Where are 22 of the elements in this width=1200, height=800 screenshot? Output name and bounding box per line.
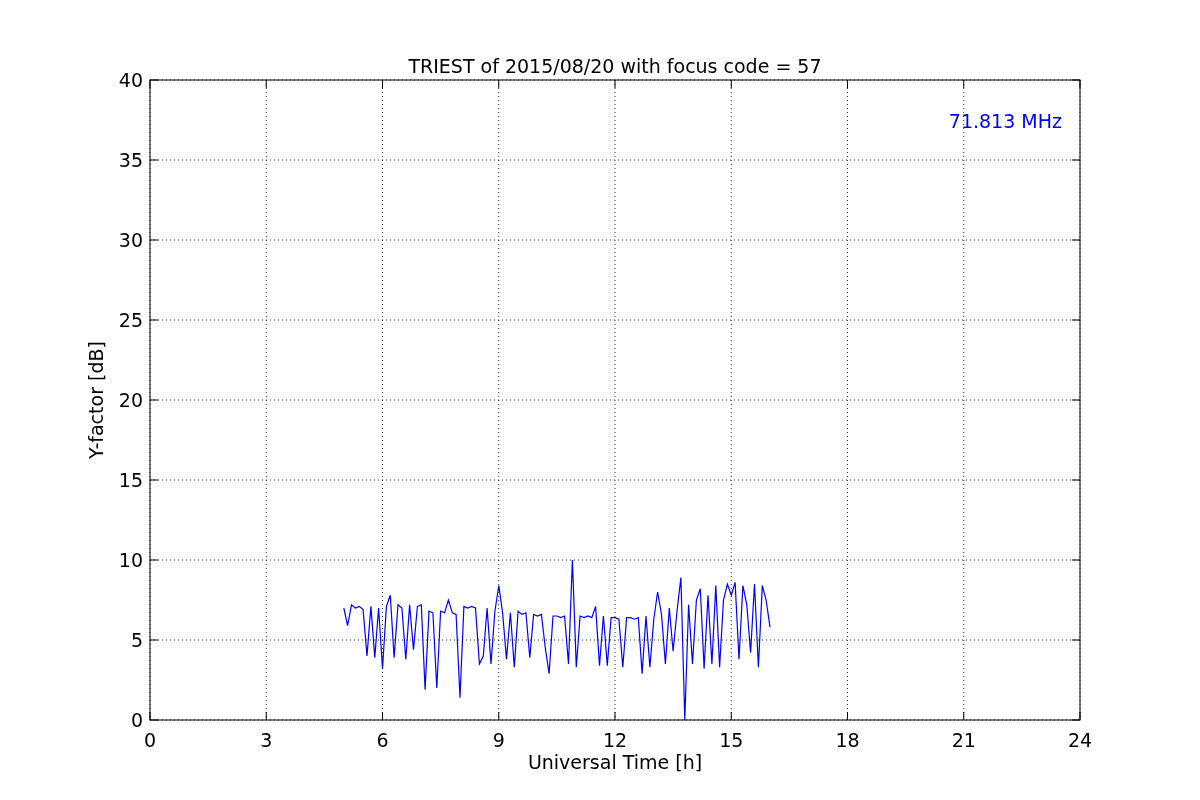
y-tick-label: 30 xyxy=(118,229,143,251)
y-tick-label: 10 xyxy=(118,549,143,571)
x-tick-label: 6 xyxy=(376,729,389,751)
x-tick-label: 24 xyxy=(1067,729,1093,751)
x-tick-label: 12 xyxy=(602,729,628,751)
y-tick-label: 5 xyxy=(130,629,143,651)
x-axis-label: Universal Time [h] xyxy=(527,751,703,773)
y-tick-label: 0 xyxy=(130,709,143,731)
x-tick-label: 3 xyxy=(260,729,273,751)
y-tick-label: 15 xyxy=(118,469,143,491)
y-tick-label: 35 xyxy=(118,149,143,171)
x-tick-label: 9 xyxy=(492,729,505,751)
y-tick-label: 20 xyxy=(118,389,143,411)
x-tick-label: 15 xyxy=(719,729,744,751)
x-tick-label: 21 xyxy=(951,729,976,751)
chart-title: TRIEST of 2015/08/20 with focus code = 57 xyxy=(408,55,822,77)
x-tick-label: 18 xyxy=(835,729,860,751)
y-tick-label: 25 xyxy=(118,309,143,331)
x-tick-label: 0 xyxy=(143,729,157,751)
y-tick-label: 40 xyxy=(118,69,143,91)
legend-label: 71.813 MHz xyxy=(948,110,1062,132)
y-axis-label: Y-factor [dB] xyxy=(85,341,107,459)
